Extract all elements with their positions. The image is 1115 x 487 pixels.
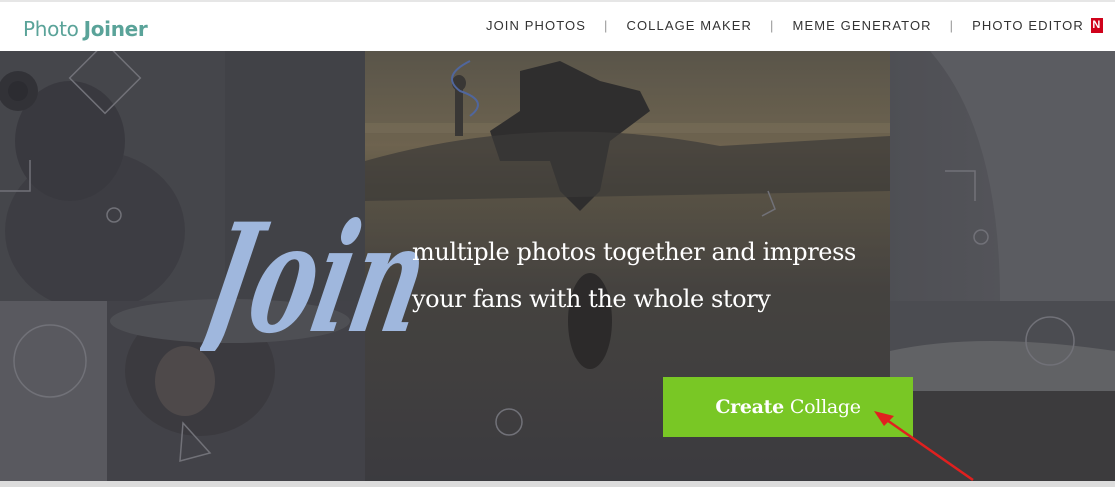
nav-divider: | xyxy=(603,18,609,33)
nav-collage-maker[interactable]: COLLAGE MAKER xyxy=(626,18,752,33)
join-headline-text: Join xyxy=(200,191,443,351)
hero-tagline-line-1: multiple photos together and impress xyxy=(412,238,856,266)
nav-join-photos[interactable]: JOIN PHOTOS xyxy=(486,18,586,33)
new-badge: N xyxy=(1090,18,1103,33)
nav-photo-editor[interactable]: PHOTO EDITOR xyxy=(972,18,1084,33)
create-collage-button-regular: Collage xyxy=(789,396,861,418)
hero-tagline-line-2: your fans with the whole story xyxy=(412,285,771,313)
nav-meme-generator[interactable]: MEME GENERATOR xyxy=(793,18,932,33)
hero-banner: Join multiple photos together and impres… xyxy=(0,51,1115,481)
page-bottom-edge xyxy=(0,481,1115,487)
create-collage-button-bold: Create xyxy=(715,396,784,418)
logo-part-joiner: Joiner xyxy=(83,17,148,41)
nav-divider: | xyxy=(949,18,955,33)
main-nav: JOIN PHOTOS | COLLAGE MAKER | MEME GENER… xyxy=(486,18,1103,33)
logo[interactable]: Photo Joiner xyxy=(23,17,148,41)
site-header: Photo Joiner JOIN PHOTOS | COLLAGE MAKER … xyxy=(0,0,1115,51)
red-annotation-arrow-icon xyxy=(874,411,974,481)
logo-part-photo: Photo xyxy=(23,17,79,41)
hero-tagline: multiple photos together and impress you… xyxy=(412,229,892,323)
nav-divider: | xyxy=(770,18,775,33)
